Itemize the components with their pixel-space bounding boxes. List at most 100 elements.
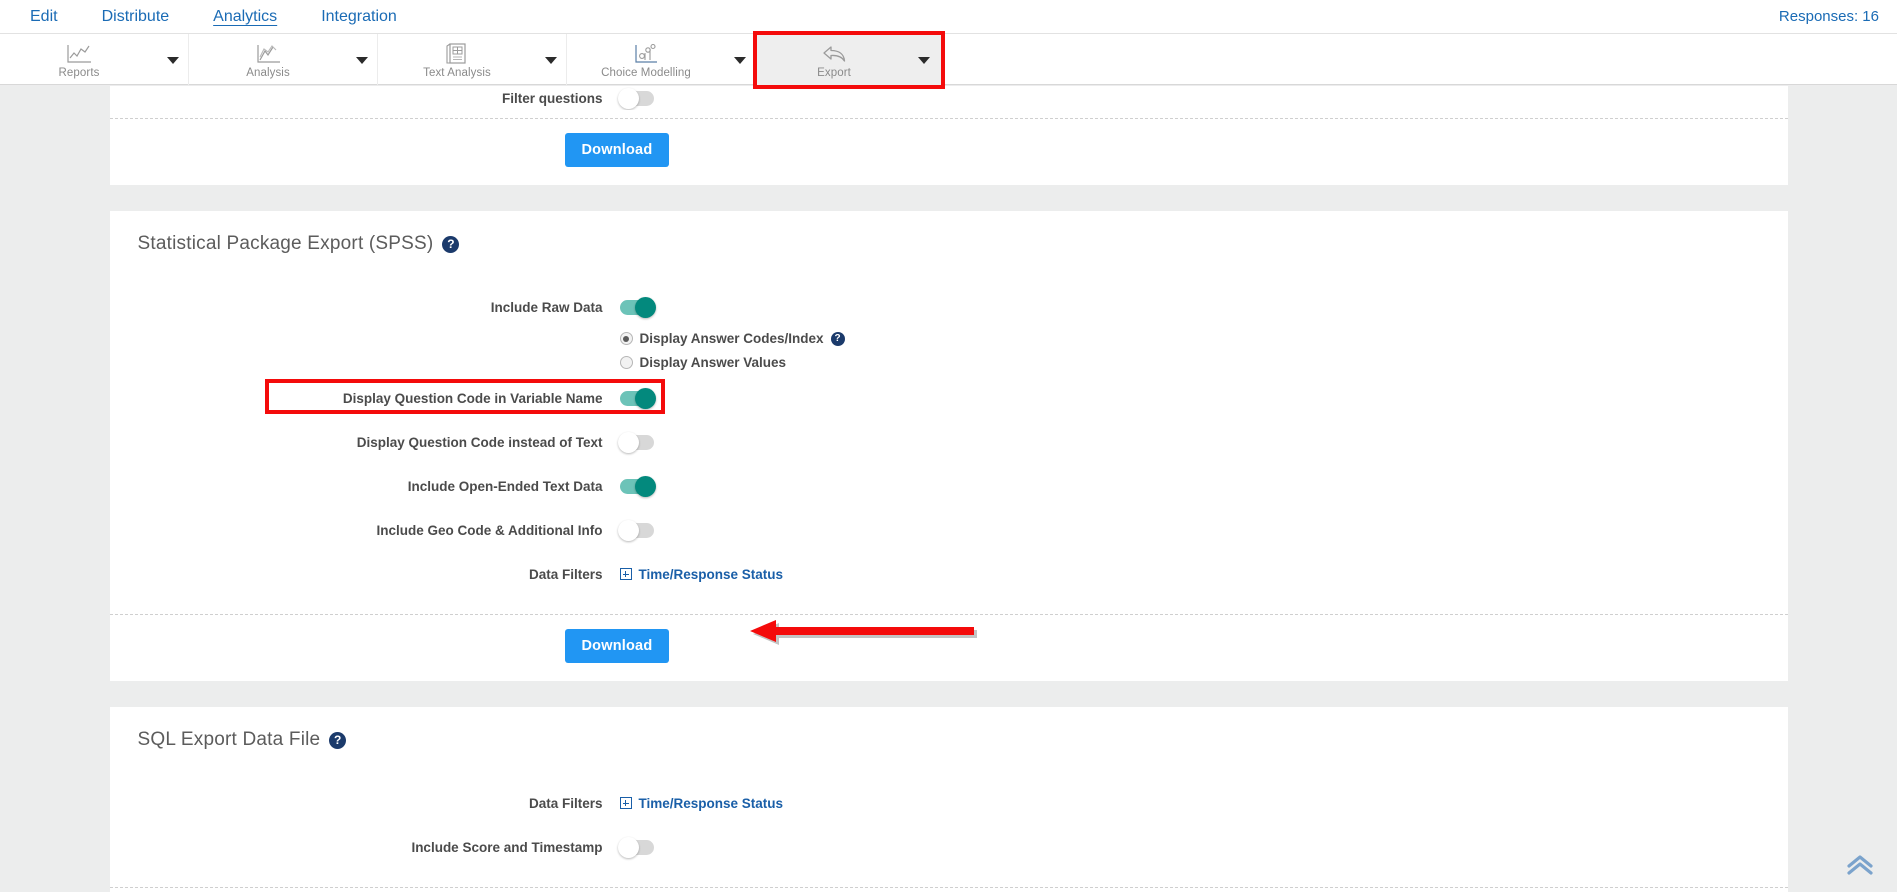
- sql-section-title-row: SQL Export Data File ?: [110, 707, 1788, 771]
- toggle-display-question-code-instead-text[interactable]: [617, 431, 654, 453]
- download-button-spss[interactable]: Download: [564, 629, 670, 663]
- ribbon-group-text-analysis: Text Analysis: [378, 34, 566, 86]
- toggle-include-geo-code[interactable]: [617, 519, 654, 541]
- top-navigation-bar: Edit Distribute Analytics Integration Re…: [0, 0, 1897, 38]
- nav-item-integration[interactable]: Integration: [299, 0, 419, 33]
- radio-answer-values-icon[interactable]: [619, 356, 633, 369]
- filter-questions-toggle[interactable]: [617, 87, 654, 109]
- control-include-raw-data[interactable]: [619, 296, 656, 318]
- sql-help-icon[interactable]: ?: [329, 731, 347, 749]
- label-sql-data-filters: Data Filters: [528, 795, 603, 811]
- spss-download-strip: Download: [109, 614, 1788, 681]
- spss-card-body: Include Raw Data Display Answer Codes/In…: [110, 275, 1788, 614]
- sql-export-card: SQL Export Data File ? Data Filters Time…: [109, 707, 1788, 892]
- partial-export-card: Filter questions Download: [109, 86, 1788, 185]
- row-include-score-timestamp: Include Score and Timestamp: [110, 825, 1788, 869]
- choice-modelling-dropdown-caret-icon[interactable]: [725, 34, 755, 86]
- row-include-open-ended-text: Include Open-Ended Text Data: [110, 464, 1788, 508]
- line-chart-icon: [66, 42, 92, 66]
- row-display-question-code-instead-text: Display Question Code instead of Text: [110, 420, 1788, 464]
- ribbon-button-analysis[interactable]: Analysis: [189, 34, 347, 86]
- spss-section-title: Statistical Package Export (SPSS): [137, 233, 434, 254]
- top-nav-items: Edit Distribute Analytics Integration: [8, 0, 419, 38]
- label-include-geo-code: Include Geo Code & Additional Info: [376, 522, 603, 538]
- filter-questions-label: Filter questions: [501, 90, 603, 106]
- toggle-include-open-ended-text[interactable]: [619, 475, 656, 497]
- control-spss-data-filters[interactable]: Time/Response Status: [619, 566, 784, 582]
- toggle-display-question-code-variable-name[interactable]: [619, 387, 656, 409]
- text-analysis-dropdown-caret-icon[interactable]: [536, 34, 566, 86]
- label-include-score-timestamp: Include Score and Timestamp: [411, 839, 603, 855]
- answer-codes-help-icon[interactable]: ?: [830, 331, 845, 346]
- scroll-to-top-button[interactable]: [1845, 853, 1875, 882]
- ribbon-label-analysis: Analysis: [246, 66, 290, 79]
- row-include-geo-code: Include Geo Code & Additional Info: [110, 508, 1788, 552]
- toggle-include-score-timestamp[interactable]: [617, 836, 654, 858]
- filter-questions-control[interactable]: [617, 87, 654, 109]
- ribbon-label-export: Export: [817, 66, 851, 79]
- filter-questions-row: Filter questions: [110, 86, 1788, 110]
- spss-section-title-row: Statistical Package Export (SPSS) ?: [110, 211, 1788, 275]
- ribbon-button-text-analysis[interactable]: Text Analysis: [378, 34, 536, 86]
- export-settings-page: Filter questions Download Statistical Pa…: [0, 86, 1897, 892]
- control-sql-data-filters[interactable]: Time/Response Status: [619, 795, 784, 811]
- ribbon-label-reports: Reports: [58, 66, 100, 79]
- radio-option-answer-values[interactable]: Display Answer Values: [619, 355, 845, 370]
- control-display-question-code-variable-name[interactable]: [619, 387, 656, 409]
- label-spss-data-filters: Data Filters: [528, 566, 603, 582]
- share-arrow-icon: [819, 42, 849, 66]
- plus-box-icon[interactable]: [619, 568, 632, 580]
- ribbon-button-choice-modelling[interactable]: Choice Modelling: [567, 34, 725, 86]
- row-answer-display-mode: Display Answer Codes/Index ? Display Ans…: [110, 329, 1788, 376]
- export-dropdown-caret-icon[interactable]: [909, 34, 939, 86]
- spss-export-card: Statistical Package Export (SPSS) ? Incl…: [109, 211, 1788, 681]
- annotation-arrow-spss-download: [749, 620, 980, 659]
- download-button-partial[interactable]: Download: [564, 133, 670, 167]
- ribbon-group-analysis: Analysis: [189, 34, 377, 86]
- sql-download-strip: Download: [109, 887, 1788, 892]
- sql-section-title: SQL Export Data File: [137, 729, 321, 750]
- partial-download-strip: Download: [109, 118, 1788, 185]
- control-include-open-ended-text[interactable]: [619, 475, 656, 497]
- radio-option-answer-codes[interactable]: Display Answer Codes/Index ?: [619, 331, 845, 346]
- nav-item-analytics[interactable]: Analytics: [191, 0, 299, 38]
- label-include-open-ended-text: Include Open-Ended Text Data: [407, 478, 603, 494]
- responses-count: Responses: 16: [1778, 8, 1879, 25]
- row-include-raw-data: Include Raw Data: [110, 285, 1788, 329]
- double-chevron-up-icon: [1845, 855, 1875, 881]
- ribbon-label-text-analysis: Text Analysis: [423, 66, 491, 79]
- control-include-score-timestamp[interactable]: [617, 836, 654, 858]
- bubble-chart-icon: [633, 42, 659, 66]
- label-display-question-code-variable-name: Display Question Code in Variable Name: [342, 390, 603, 406]
- spss-time-response-status-link[interactable]: Time/Response Status: [619, 566, 784, 582]
- ribbon-group-reports: Reports: [0, 34, 188, 86]
- row-display-question-code-variable-name: Display Question Code in Variable Name: [110, 376, 1788, 420]
- radio-label-answer-values: Display Answer Values: [639, 355, 787, 370]
- nav-item-edit[interactable]: Edit: [8, 0, 80, 33]
- sql-card-body: Data Filters Time/Response Status Includ…: [110, 771, 1788, 887]
- radio-answer-codes-icon[interactable]: [619, 332, 633, 345]
- document-grid-icon: [445, 42, 469, 66]
- row-sql-data-filters: Data Filters Time/Response Status: [110, 781, 1788, 825]
- radio-group-answer-display: Display Answer Codes/Index ? Display Ans…: [619, 329, 845, 376]
- scatter-chart-icon: [255, 42, 281, 66]
- label-include-raw-data: Include Raw Data: [490, 299, 603, 315]
- ribbon-group-choice-modelling: Choice Modelling: [567, 34, 755, 86]
- spss-data-filter-link-label: Time/Response Status: [638, 566, 784, 582]
- reports-dropdown-caret-icon[interactable]: [158, 34, 188, 86]
- control-display-question-code-instead-text[interactable]: [617, 431, 654, 453]
- nav-item-distribute[interactable]: Distribute: [80, 0, 192, 33]
- control-include-geo-code[interactable]: [617, 519, 654, 541]
- ribbon-button-reports[interactable]: Reports: [0, 34, 158, 86]
- ribbon-button-export[interactable]: Export: [759, 34, 909, 86]
- ribbon-group-export[interactable]: Export: [753, 31, 945, 89]
- sql-time-response-status-link[interactable]: Time/Response Status: [619, 795, 784, 811]
- radio-label-answer-codes: Display Answer Codes/Index: [639, 331, 824, 346]
- spss-help-icon[interactable]: ?: [442, 235, 460, 253]
- toggle-include-raw-data[interactable]: [619, 296, 656, 318]
- analysis-dropdown-caret-icon[interactable]: [347, 34, 377, 86]
- plus-box-icon[interactable]: [619, 797, 632, 809]
- ribbon-label-choice-modelling: Choice Modelling: [601, 66, 691, 79]
- sql-data-filter-link-label: Time/Response Status: [638, 795, 784, 811]
- row-spss-data-filters: Data Filters Time/Response Status: [110, 552, 1788, 596]
